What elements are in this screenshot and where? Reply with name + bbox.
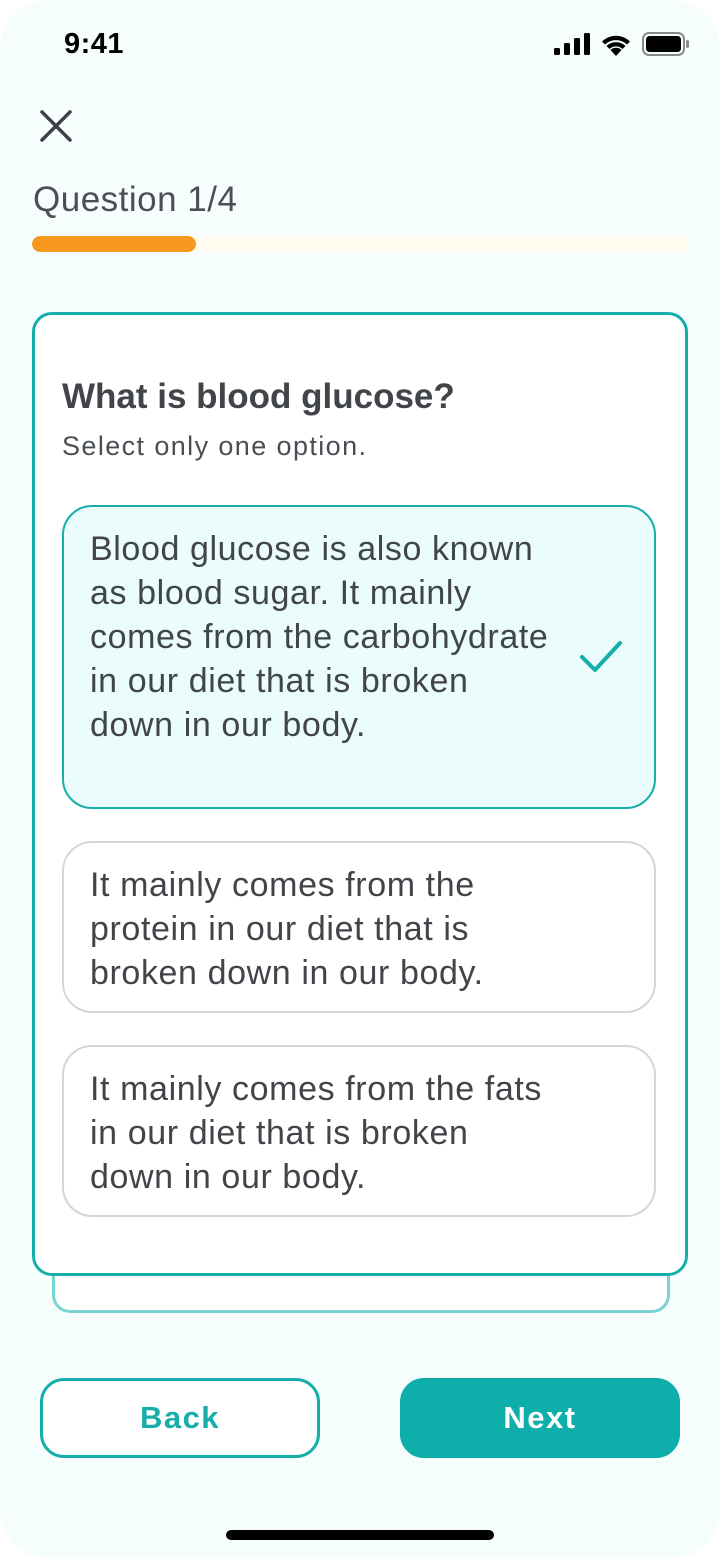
close-button[interactable] bbox=[36, 106, 76, 146]
answer-option-3[interactable]: It mainly comes from the fats in our die… bbox=[62, 1045, 656, 1217]
answer-option-1[interactable]: Blood glucose is also known as blood sug… bbox=[62, 505, 656, 809]
answer-option-text: It mainly comes from the protein in our … bbox=[90, 866, 484, 992]
back-button[interactable]: Back bbox=[40, 1378, 320, 1458]
question-title: What is blood glucose? bbox=[62, 377, 455, 416]
close-icon bbox=[40, 110, 72, 142]
status-time: 9:41 bbox=[64, 28, 125, 60]
question-hint: Select only one option. bbox=[62, 431, 368, 461]
cellular-signal-icon bbox=[554, 32, 590, 60]
quiz-screen: 9:41 Question 1/4 What is blood glucose?… bbox=[0, 0, 720, 1558]
question-counter: Question 1/4 bbox=[33, 180, 238, 219]
status-icons bbox=[554, 31, 690, 61]
answer-option-2[interactable]: It mainly comes from the protein in our … bbox=[62, 841, 656, 1013]
progress-fill bbox=[32, 236, 196, 252]
next-button[interactable]: Next bbox=[400, 1378, 680, 1458]
answer-option-text: Blood glucose is also known as blood sug… bbox=[90, 530, 549, 744]
status-bar: 9:41 bbox=[0, 0, 720, 92]
question-card: What is blood glucose? Select only one o… bbox=[32, 312, 688, 1276]
answer-option-text: It mainly comes from the fats in our die… bbox=[90, 1070, 542, 1196]
battery-icon bbox=[642, 31, 690, 61]
wifi-icon bbox=[600, 32, 632, 61]
home-indicator bbox=[226, 1530, 494, 1540]
checkmark-icon bbox=[580, 641, 622, 672]
progress-bar bbox=[32, 236, 688, 252]
